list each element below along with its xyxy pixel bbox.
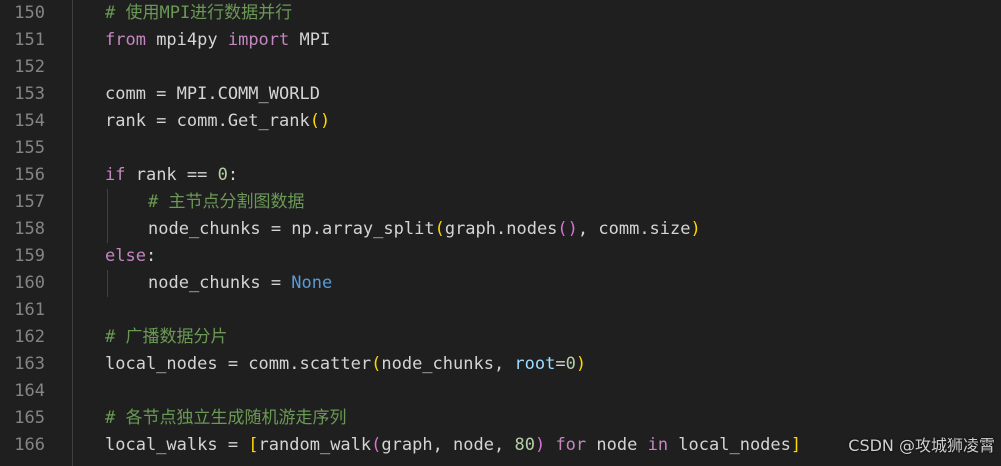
line-code: if rank == 0: xyxy=(105,162,238,189)
code-token: ( xyxy=(371,435,382,455)
code-token: 80 xyxy=(514,435,535,455)
code-token: local_walks = xyxy=(105,435,249,455)
code-token: for xyxy=(555,435,587,455)
code-line[interactable]: 151 from mpi4py import MPI xyxy=(0,27,1001,54)
code-token: () xyxy=(309,111,331,131)
code-token: rank == xyxy=(125,165,218,185)
line-number: 150 xyxy=(14,3,45,23)
line-code: else: xyxy=(105,243,156,270)
code-token: local_nodes xyxy=(668,435,791,455)
code-token: node xyxy=(586,435,648,455)
code-token: ) xyxy=(690,219,701,239)
line-number: 161 xyxy=(14,300,45,320)
line-number: 158 xyxy=(14,219,45,239)
code-line[interactable]: 161 xyxy=(0,297,1001,324)
code-token: local_nodes = comm.scatter xyxy=(105,354,372,374)
line-number: 160 xyxy=(14,273,45,293)
code-token: ] xyxy=(790,435,802,455)
code-line[interactable]: 150 # 使用MPI进行数据并行 xyxy=(0,0,1001,27)
code-token: root xyxy=(514,354,556,374)
code-token: mpi4py xyxy=(145,30,228,50)
line-number: 164 xyxy=(14,381,45,401)
line-number: 166 xyxy=(14,435,45,455)
code-line[interactable]: 154 rank = comm.Get_rank() xyxy=(0,108,1001,135)
code-line[interactable]: 155 xyxy=(0,135,1001,162)
code-line[interactable]: 158 node_chunks = np.array_split(graph.no… xyxy=(0,216,1001,243)
line-number: 162 xyxy=(14,327,45,347)
indent-guide xyxy=(107,189,108,216)
code-token: # 广播数据分片 xyxy=(105,327,228,347)
indent-guide xyxy=(72,0,73,466)
code-token: 0 xyxy=(565,354,576,374)
code-line[interactable]: 164 xyxy=(0,378,1001,405)
line-code: local_nodes = comm.scatter(node_chunks, … xyxy=(105,351,586,378)
line-code: # 使用MPI进行数据并行 xyxy=(105,0,292,27)
line-code: local_walks = [random_walk(graph, node, … xyxy=(105,432,801,459)
code-token: : xyxy=(227,165,239,185)
watermark: CSDN @攻城狮凌霄 xyxy=(848,436,995,455)
line-code: node_chunks = None xyxy=(148,270,332,297)
code-token: node_chunks, xyxy=(381,354,515,374)
code-line[interactable]: 153 comm = MPI.COMM_WORLD xyxy=(0,81,1001,108)
code-token: ( xyxy=(371,354,382,374)
code-token: # 各节点独立生成随机游走序列 xyxy=(105,408,347,428)
line-code: node_chunks = np.array_split(graph.nodes… xyxy=(148,216,701,243)
code-token: : xyxy=(145,246,157,266)
code-token: node_chunks = np.array_split xyxy=(148,219,435,239)
code-line[interactable]: 157 # 主节点分割图数据 xyxy=(0,189,1001,216)
line-number: 152 xyxy=(14,57,45,77)
code-line[interactable]: 159 else: xyxy=(0,243,1001,270)
code-token: = xyxy=(555,354,566,374)
code-token: ) xyxy=(534,435,546,455)
code-token: graph, node, xyxy=(381,435,515,455)
indent-guide xyxy=(107,216,108,243)
line-code: # 主节点分割图数据 xyxy=(148,189,304,216)
code-token: ( xyxy=(434,219,445,239)
line-number: 156 xyxy=(14,165,45,185)
line-code: from mpi4py import MPI xyxy=(105,27,330,54)
code-token: rank = comm.Get_rank xyxy=(105,111,310,131)
code-token: else xyxy=(105,246,146,266)
code-token: import xyxy=(227,30,290,50)
code-token: , comm.size xyxy=(577,219,691,239)
code-token: [ xyxy=(248,435,259,455)
code-line[interactable]: 162 # 广播数据分片 xyxy=(0,324,1001,351)
code-token: None xyxy=(291,273,333,293)
line-number: 154 xyxy=(14,111,45,131)
line-number: 155 xyxy=(14,138,45,158)
code-token: random_walk xyxy=(258,435,372,455)
code-token: () xyxy=(557,219,578,239)
code-line[interactable]: 165 # 各节点独立生成随机游走序列 xyxy=(0,405,1001,432)
code-token: ) xyxy=(575,354,587,374)
code-token: comm = MPI.COMM_WORLD xyxy=(105,84,320,104)
line-code: rank = comm.Get_rank() xyxy=(105,108,330,135)
line-number: 151 xyxy=(14,30,45,50)
code-line[interactable]: 156 if rank == 0: xyxy=(0,162,1001,189)
code-editor[interactable]: 150 # 使用MPI进行数据并行 151 from mpi4py import MP… xyxy=(0,0,1001,466)
line-code: comm = MPI.COMM_WORLD xyxy=(105,81,320,108)
line-number: 163 xyxy=(14,354,45,374)
line-code: # 各节点独立生成随机游走序列 xyxy=(105,405,346,432)
code-token: # 使用MPI进行数据并行 xyxy=(105,3,293,23)
code-token: graph.nodes xyxy=(444,219,558,239)
code-token: 0 xyxy=(217,165,228,185)
code-token: # 主节点分割图数据 xyxy=(148,192,305,212)
indent-guide xyxy=(107,270,108,297)
code-line[interactable]: 163 local_nodes = comm.scatter(node_chunk… xyxy=(0,351,1001,378)
line-code: # 广播数据分片 xyxy=(105,324,227,351)
code-line[interactable]: 160 node_chunks = None xyxy=(0,270,1001,297)
code-token: MPI xyxy=(289,30,331,50)
line-number: 153 xyxy=(14,84,45,104)
code-token: in xyxy=(647,435,669,455)
code-token: node_chunks = xyxy=(148,273,292,293)
code-token: if xyxy=(105,165,126,185)
code-token: from xyxy=(105,30,146,50)
line-number: 159 xyxy=(14,246,45,266)
line-number: 165 xyxy=(14,408,45,428)
line-number: 157 xyxy=(14,192,45,212)
code-line[interactable]: 152 xyxy=(0,54,1001,81)
